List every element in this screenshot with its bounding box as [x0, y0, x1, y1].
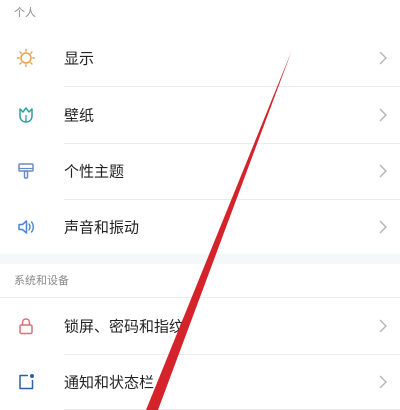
settings-item-display[interactable]: 显示	[0, 30, 400, 86]
brush-icon	[15, 160, 37, 182]
settings-item-label: 声音和振动	[64, 218, 140, 237]
section-header-system: 系统和设备	[14, 274, 69, 287]
chevron-right-icon	[379, 164, 387, 178]
settings-item-label: 锁屏、密码和指纹	[64, 317, 185, 336]
settings-item-sound[interactable]: 声音和振动	[0, 199, 400, 255]
section-header-personal: 个人	[14, 6, 36, 19]
settings-item-label: 通知和状态栏	[64, 373, 155, 392]
sun-icon	[15, 47, 37, 69]
tulip-icon	[15, 104, 37, 126]
chevron-right-icon	[379, 108, 387, 122]
lock-icon	[15, 315, 37, 337]
settings-item-notifications[interactable]: 通知和状态栏	[0, 354, 400, 410]
chevron-right-icon	[379, 220, 387, 234]
settings-item-themes[interactable]: 个性主题	[0, 143, 400, 199]
chevron-right-icon	[379, 319, 387, 333]
settings-item-label: 壁纸	[64, 106, 95, 125]
chevron-right-icon	[379, 51, 387, 65]
section-separator	[0, 254, 400, 264]
settings-item-label: 个性主题	[64, 162, 125, 181]
settings-item-label: 显示	[64, 49, 95, 68]
settings-item-lockscreen[interactable]: 锁屏、密码和指纹	[0, 298, 400, 354]
speaker-icon	[15, 216, 37, 238]
notification-icon	[15, 371, 37, 393]
settings-item-wallpaper[interactable]: 壁纸	[0, 87, 400, 143]
chevron-right-icon	[379, 375, 387, 389]
